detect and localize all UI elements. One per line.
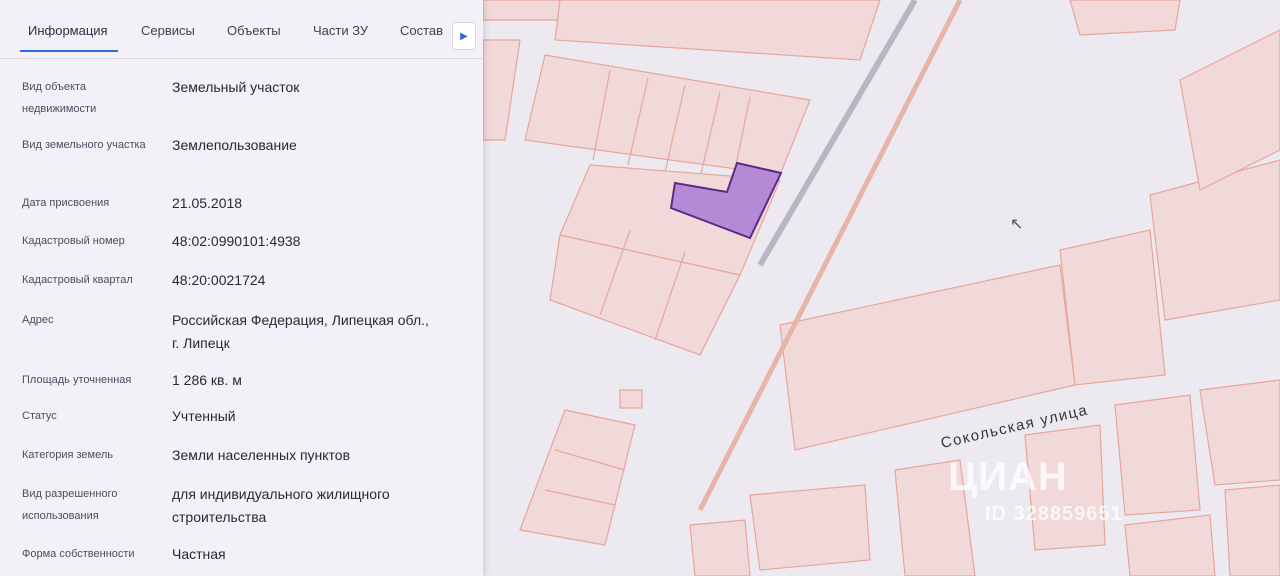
field-label: Вид объекта недвижимости	[22, 81, 97, 115]
chevron-right-icon: ▶	[460, 30, 468, 42]
field-value: 21.05.2018	[172, 195, 243, 211]
field-label: Статус	[22, 410, 57, 422]
field-label: Площадь уточненная	[22, 374, 132, 386]
field-value: Учтенный	[172, 408, 236, 424]
tabs-next-button[interactable]: ▶	[452, 22, 476, 50]
field-label: Кадастровый квартал	[22, 274, 133, 286]
field-label: Дата присвоения	[22, 197, 110, 209]
field-value: Землепользование	[172, 137, 297, 153]
tab-objects[interactable]: Объекты	[227, 23, 281, 38]
field-value[interactable]: 48:02:0990101:4938	[172, 230, 462, 253]
field-value: для индивидуального жилищного строительс…	[172, 486, 390, 525]
watermark-id: ID 328859651	[985, 503, 1123, 525]
active-tab-indicator	[20, 50, 118, 52]
tab-bar: Информация Сервисы Объекты Части ЗУ Сост…	[0, 0, 483, 56]
field-label: Кадастровый номер	[22, 235, 125, 247]
header-divider	[0, 58, 483, 59]
tab-land-parts[interactable]: Части ЗУ	[313, 23, 368, 38]
field-label: Форма собственности	[22, 548, 135, 560]
info-panel: Информация Сервисы Объекты Части ЗУ Сост…	[0, 0, 483, 576]
field-label: Адрес	[22, 314, 54, 326]
field-label: Вид разрешенного использования	[22, 488, 118, 522]
field-value: Земельный участок	[172, 79, 300, 95]
field-value: 1 286 кв. м	[172, 372, 242, 388]
watermark-logo: ЦИАН	[948, 455, 1068, 499]
field-label: Категория земель	[22, 449, 113, 461]
field-value: Частная	[172, 546, 226, 562]
tab-composition[interactable]: Состав	[400, 23, 443, 38]
field-value[interactable]: 48:20:0021724	[172, 269, 462, 292]
field-label: Вид земельного участка	[22, 139, 146, 151]
field-value: Земли населенных пунктов	[172, 447, 351, 463]
mouse-cursor-icon: ↖	[1010, 216, 1024, 233]
tab-information[interactable]: Информация	[28, 23, 108, 38]
field-value: Российская Федерация, Липецкая обл., г. …	[172, 312, 429, 351]
tab-services[interactable]: Сервисы	[141, 23, 195, 38]
